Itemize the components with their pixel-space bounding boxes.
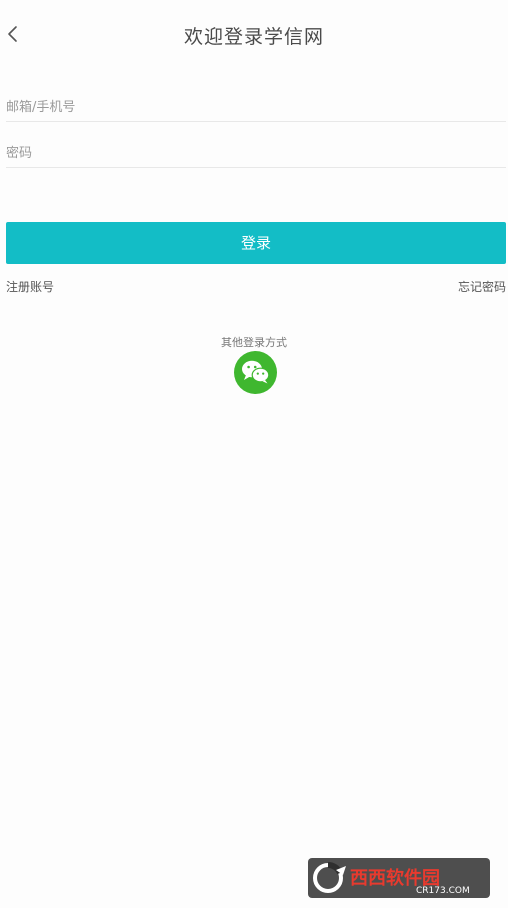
email-phone-input[interactable] <box>6 95 506 119</box>
password-field <box>6 141 506 168</box>
page-title: 欢迎登录学信网 <box>183 26 324 48</box>
forgot-password-link[interactable]: 忘记密码 <box>458 278 506 295</box>
register-link[interactable]: 注册账号 <box>6 278 54 295</box>
password-input[interactable] <box>6 141 506 165</box>
header-bar: 欢迎登录学信网 <box>0 0 508 72</box>
wechat-login-button[interactable] <box>234 351 277 394</box>
watermark-logo: 西西软件园 CR173.COM <box>308 856 490 900</box>
other-login-label: 其他登录方式 <box>221 336 287 349</box>
svg-text:CR173.COM: CR173.COM <box>416 886 470 896</box>
email-phone-field <box>6 95 506 122</box>
wechat-icon <box>242 360 270 384</box>
login-button[interactable]: 登录 <box>6 222 506 264</box>
